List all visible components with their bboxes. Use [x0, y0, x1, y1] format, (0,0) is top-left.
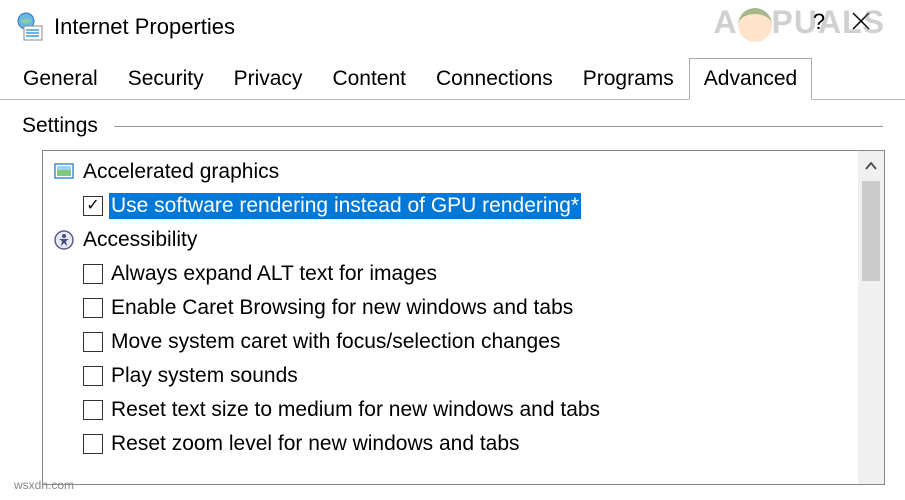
tab-content-area: Settings Accelerated graphics Use softwa… — [0, 100, 905, 485]
checkbox[interactable] — [83, 400, 103, 420]
group-label: Accelerated graphics — [83, 160, 279, 184]
tab-content[interactable]: Content — [317, 58, 421, 99]
settings-tree: Accelerated graphics Use software render… — [42, 150, 885, 485]
tab-strip: General Security Privacy Content Connect… — [0, 58, 905, 100]
graphics-icon — [53, 161, 75, 183]
settings-groupbox-header: Settings — [22, 114, 883, 138]
tab-advanced[interactable]: Advanced — [689, 58, 812, 100]
group-accelerated-graphics: Accelerated graphics — [49, 155, 852, 189]
item-caret-browsing[interactable]: Enable Caret Browsing for new windows an… — [49, 291, 852, 325]
accessibility-icon — [53, 229, 75, 251]
item-label: Enable Caret Browsing for new windows an… — [109, 295, 575, 321]
item-label: Play system sounds — [109, 363, 300, 389]
scrollbar[interactable] — [858, 151, 884, 484]
settings-label: Settings — [22, 114, 114, 138]
checkbox[interactable] — [83, 366, 103, 386]
group-label: Accessibility — [83, 228, 197, 252]
checkbox[interactable] — [83, 264, 103, 284]
item-play-sounds[interactable]: Play system sounds — [49, 359, 852, 393]
tab-privacy[interactable]: Privacy — [219, 58, 318, 99]
scroll-up-button[interactable] — [858, 151, 884, 181]
group-accessibility: Accessibility — [49, 223, 852, 257]
item-label: Use software rendering instead of GPU re… — [109, 193, 581, 219]
item-move-caret[interactable]: Move system caret with focus/selection c… — [49, 325, 852, 359]
footer-source: wsxdn.com — [14, 478, 74, 492]
divider — [114, 126, 883, 127]
tab-programs[interactable]: Programs — [568, 58, 689, 99]
internet-options-icon — [14, 12, 44, 42]
checkbox[interactable] — [83, 434, 103, 454]
checkbox[interactable] — [83, 332, 103, 352]
item-label: Reset text size to medium for new window… — [109, 397, 602, 423]
watermark-face-icon — [738, 8, 772, 42]
item-alt-text[interactable]: Always expand ALT text for images — [49, 257, 852, 291]
tab-security[interactable]: Security — [113, 58, 219, 99]
item-label: Always expand ALT text for images — [109, 261, 439, 287]
settings-tree-body[interactable]: Accelerated graphics Use software render… — [43, 151, 858, 484]
item-software-rendering[interactable]: Use software rendering instead of GPU re… — [49, 189, 852, 223]
item-reset-zoom[interactable]: Reset zoom level for new windows and tab… — [49, 427, 852, 461]
checkbox[interactable] — [83, 196, 103, 216]
item-label: Reset zoom level for new windows and tab… — [109, 431, 522, 457]
watermark: APUALS — [713, 4, 885, 42]
tab-connections[interactable]: Connections — [421, 58, 568, 99]
item-label: Move system caret with focus/selection c… — [109, 329, 562, 355]
scroll-thumb[interactable] — [862, 181, 880, 281]
checkbox[interactable] — [83, 298, 103, 318]
tab-general[interactable]: General — [8, 58, 113, 99]
item-reset-text-size[interactable]: Reset text size to medium for new window… — [49, 393, 852, 427]
window-title: Internet Properties — [54, 14, 235, 40]
